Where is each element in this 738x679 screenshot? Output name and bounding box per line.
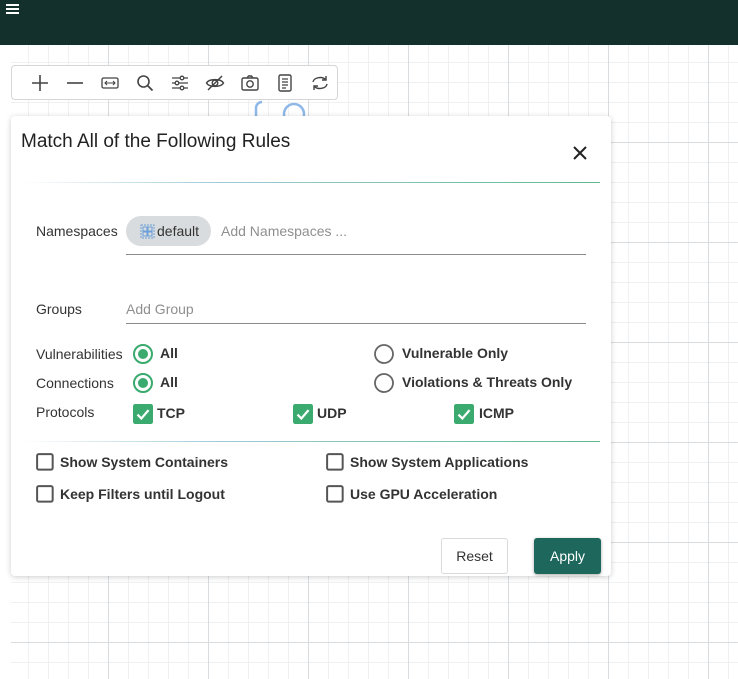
tcp-checkbox[interactable] [133, 404, 153, 424]
camera-icon[interactable] [232, 65, 267, 100]
vulnerable-only-label: Vulnerable Only [402, 345, 509, 361]
search-icon[interactable] [127, 65, 162, 100]
icmp-label: ICMP [479, 405, 514, 421]
vulnerabilities-label: Vulnerabilities [36, 346, 123, 362]
zoom-out-icon[interactable] [57, 65, 92, 100]
tcp-label: TCP [157, 405, 185, 421]
gpu-acceleration-label: Use GPU Acceleration [350, 486, 498, 502]
namespace-icon [140, 224, 155, 238]
udp-label: UDP [317, 405, 347, 421]
hide-icon[interactable] [197, 65, 232, 100]
namespaces-label: Namespaces [36, 223, 118, 239]
top-bar [0, 0, 738, 45]
options-divider [21, 441, 600, 442]
groups-placeholder: Add Group [126, 301, 194, 317]
show-system-applications-label: Show System Applications [350, 454, 529, 470]
filter-settings-icon[interactable] [162, 65, 197, 100]
violations-threats-label: Violations & Threats Only [402, 374, 573, 390]
filter-dialog: Match All of the Following Rules Namespa… [11, 116, 611, 576]
vulnerabilities-all-label: All [160, 345, 178, 361]
show-system-containers-checkbox[interactable] [36, 453, 54, 471]
namespaces-input[interactable]: default Add Namespaces ... [126, 216, 586, 255]
hamburger-icon[interactable] [6, 2, 19, 16]
vulnerabilities-all-radio[interactable] [133, 344, 153, 364]
document-icon[interactable] [267, 65, 302, 100]
vulnerable-only-radio[interactable] [374, 344, 394, 364]
namespaces-placeholder: Add Namespaces ... [221, 223, 348, 239]
groups-label: Groups [36, 301, 82, 317]
connections-all-radio[interactable] [133, 373, 153, 393]
dialog-title: Match All of the Following Rules [21, 131, 291, 152]
fit-to-screen-icon[interactable] [92, 65, 127, 100]
connections-label: Connections [36, 375, 114, 391]
keep-filters-label: Keep Filters until Logout [60, 486, 225, 502]
refresh-icon[interactable] [302, 65, 337, 100]
protocols-label: Protocols [36, 404, 95, 420]
violations-threats-radio[interactable] [374, 373, 394, 393]
zoom-in-icon[interactable] [22, 65, 57, 100]
namespace-chip-label: default [157, 223, 200, 239]
groups-input[interactable]: Add Group [126, 294, 586, 324]
graph-toolbar [11, 65, 338, 100]
namespace-chip[interactable]: default [126, 216, 212, 246]
connections-all-label: All [160, 374, 178, 390]
udp-checkbox[interactable] [293, 404, 313, 424]
icmp-checkbox[interactable] [454, 404, 474, 424]
show-system-applications-checkbox[interactable] [326, 453, 344, 471]
gpu-acceleration-checkbox[interactable] [326, 485, 344, 503]
apply-button[interactable]: Apply [534, 538, 601, 574]
keep-filters-checkbox[interactable] [36, 485, 54, 503]
close-icon[interactable] [571, 144, 589, 162]
title-divider [21, 182, 600, 183]
show-system-containers-label: Show System Containers [60, 454, 229, 470]
reset-button[interactable]: Reset [441, 538, 508, 574]
